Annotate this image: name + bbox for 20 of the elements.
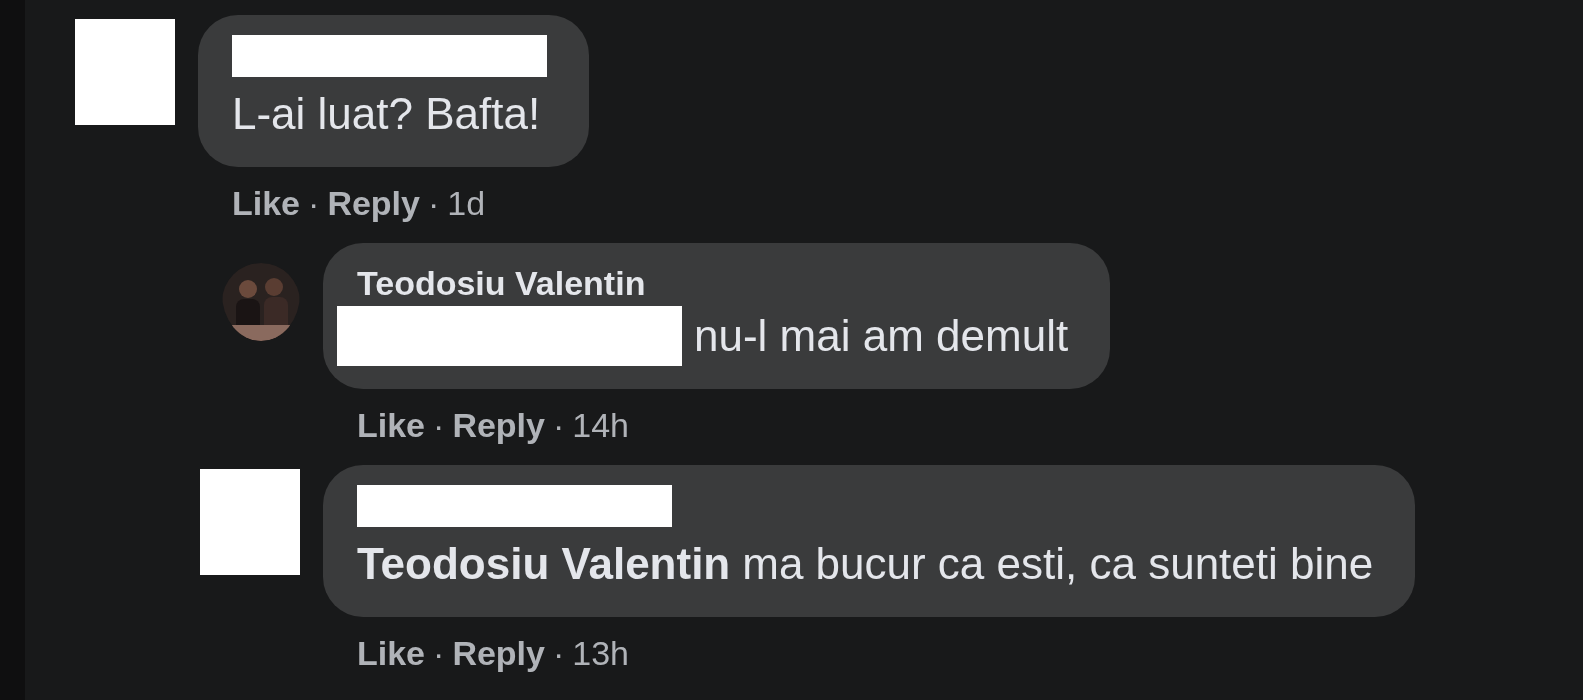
comment-text: nu-l mai am demult (694, 310, 1069, 362)
timestamp[interactable]: 14h (572, 407, 630, 443)
separator-dot: · (427, 185, 440, 221)
separator-dot: · (552, 635, 565, 671)
timestamp[interactable]: 1d (447, 185, 486, 221)
action-link[interactable]: Like (357, 635, 426, 671)
comment-text: L-ai luat? Bafta! (232, 88, 541, 140)
action-link[interactable]: Like (357, 407, 426, 443)
action-link[interactable]: Reply (452, 407, 545, 443)
separator-dot: · (433, 635, 445, 671)
action-link[interactable]: Reply (452, 635, 545, 671)
separator-dot: · (433, 407, 445, 443)
author-name[interactable]: Teodosiu Valentin (357, 263, 1069, 303)
action-link[interactable]: Like (232, 185, 301, 221)
timestamp[interactable]: 13h (572, 635, 630, 671)
separator-dot: · (308, 185, 320, 221)
comment-text: ma bucur ca esti, ca sunteti bine (742, 538, 1374, 590)
separator-dot: · (552, 407, 565, 443)
mention-link[interactable]: Teodosiu Valentin (357, 531, 731, 597)
action-link[interactable]: Reply (327, 185, 420, 221)
